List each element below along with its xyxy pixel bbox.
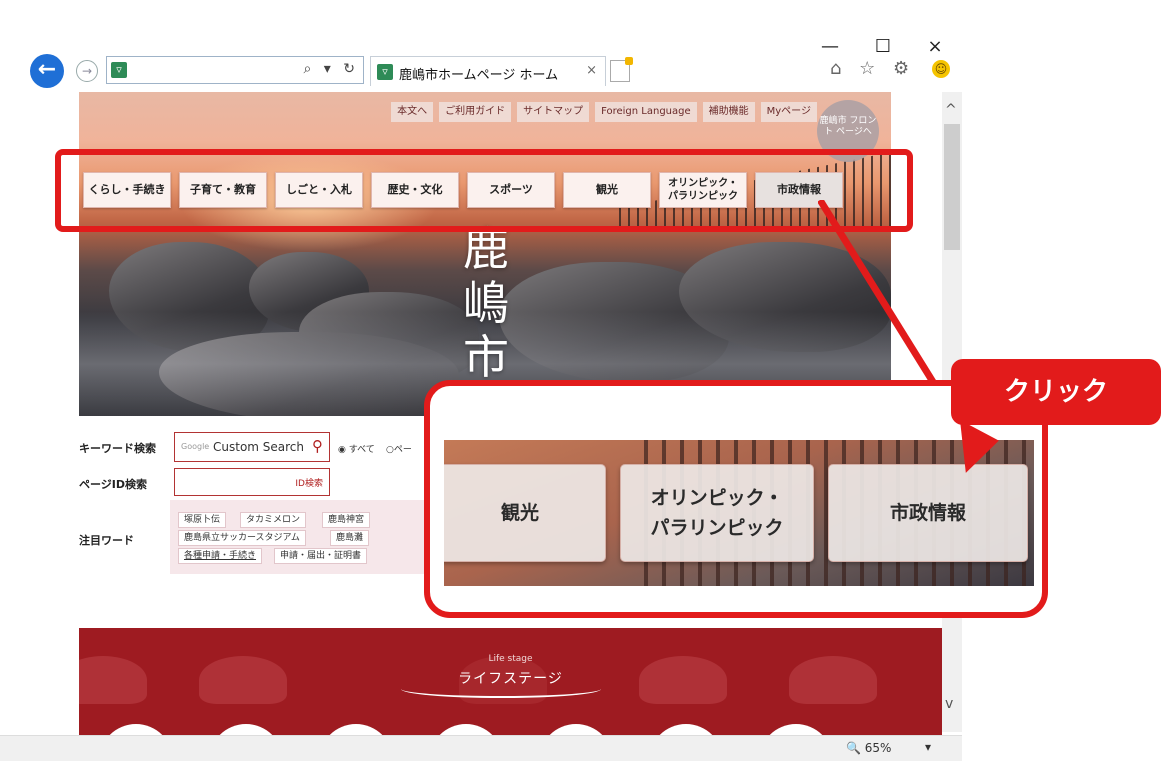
address-tools[interactable]: ⌕ ▾ ↻ — [304, 61, 360, 77]
highlight-rectangle — [55, 149, 913, 232]
id-search-button[interactable]: ID検索 — [295, 476, 323, 489]
radio-page[interactable]: ○ペー — [386, 442, 412, 455]
foreign-language-link[interactable]: Foreign Language — [595, 102, 697, 122]
usage-guide-link[interactable]: ご利用ガイド — [439, 102, 512, 122]
search-placeholder: Custom Search — [213, 440, 305, 454]
page-id-label: ページID検索 — [79, 478, 148, 491]
life-stage-item[interactable] — [319, 724, 393, 735]
page-id-input[interactable]: ID検索 — [174, 468, 330, 496]
zoom-dropdown-icon[interactable]: ▾ — [925, 740, 931, 754]
new-tab-icon[interactable] — [610, 57, 633, 82]
word-tag[interactable]: 鹿島県立サッカースタジアム — [178, 530, 306, 546]
minimize-button[interactable]: — — [815, 36, 845, 58]
skip-to-content-link[interactable]: 本文へ — [391, 102, 434, 122]
life-stage-subtitle: Life stage — [488, 654, 533, 664]
maximize-button[interactable]: ☐ — [868, 36, 898, 58]
zoom-icon: 🔍 — [846, 741, 861, 755]
word-tag[interactable]: 塚原卜伝 — [178, 512, 227, 528]
toolbar-icons[interactable]: ⌂ ☆ ⚙ — [830, 58, 915, 79]
life-stage-section: Life stage ライフステージ — [79, 628, 942, 735]
feedback-smiley-icon[interactable]: ☺ — [932, 60, 950, 78]
forward-arrow-icon[interactable]: → — [76, 60, 98, 82]
address-bar[interactable]: ▿ ⌕ ▾ ↻ — [106, 56, 364, 84]
tab-title: 鹿嶋市ホームページ ホーム — [399, 68, 559, 83]
zoom-olympics-button: オリンピック・ パラリンピック — [620, 464, 814, 562]
scroll-down-icon[interactable]: v — [945, 696, 953, 712]
tab-close-icon[interactable]: × — [586, 63, 597, 78]
zoom-tourism-button: 観光 — [444, 464, 606, 562]
zoom-level[interactable]: 🔍 65% — [846, 741, 891, 755]
search-icon[interactable]: ⚲ — [312, 437, 323, 455]
life-stage-item[interactable] — [759, 724, 833, 735]
sitemap-link[interactable]: サイトマップ — [517, 102, 590, 122]
life-stage-item[interactable] — [649, 724, 723, 735]
life-stage-item[interactable] — [539, 724, 613, 735]
accessibility-link[interactable]: 補助機能 — [702, 102, 755, 122]
zoom-value: 65% — [864, 741, 892, 755]
word-tag[interactable]: 申請・届出・証明書 — [274, 548, 368, 564]
mypage-link[interactable]: Myページ — [760, 102, 817, 122]
keyword-search-label: キーワード検索 — [79, 442, 156, 455]
keyword-search-input[interactable]: Google Custom Search ⚲ — [174, 432, 330, 462]
site-title: 鹿嶋市 — [463, 222, 509, 384]
scroll-up-icon[interactable]: ^ — [945, 102, 957, 118]
radio-all[interactable]: ◉ すべて — [338, 442, 375, 455]
status-bar: 🔍 65% ▾ — [0, 735, 962, 761]
back-arrow-icon[interactable]: ← — [30, 54, 64, 88]
browser-tab[interactable]: ▿ 鹿嶋市ホームページ ホーム × — [370, 56, 606, 86]
hero-image: 本文へ ご利用ガイド サイトマップ Foreign Language 補助機能 … — [79, 92, 891, 416]
title-swoosh — [401, 680, 601, 698]
attention-words: 塚原卜伝 タカミメロン 鹿島神宮 鹿島県立サッカースタジアム 鹿島灘 各種申請・… — [170, 500, 434, 574]
site-favicon-icon: ▿ — [111, 62, 127, 78]
browser-chrome: — ☐ × ← → ▿ ⌕ ▾ ↻ ▿ 鹿嶋市ホームページ ホーム × ⌂ ☆ … — [0, 0, 1174, 92]
top-utility-nav: 本文へ ご利用ガイド サイトマップ Foreign Language 補助機能 … — [391, 102, 817, 122]
word-tag[interactable]: 各種申請・手続き — [178, 548, 263, 564]
life-stage-item[interactable] — [209, 724, 283, 735]
close-window-button[interactable]: × — [920, 36, 950, 58]
zoom-city-info-button: 市政情報 — [828, 464, 1028, 562]
click-callout: クリック — [951, 359, 1161, 425]
google-tag: Google — [181, 442, 210, 451]
word-tag[interactable]: タカミメロン — [240, 512, 307, 528]
tab-favicon-icon: ▿ — [377, 64, 393, 80]
word-tag[interactable]: 鹿島神宮 — [322, 512, 371, 528]
life-stage-item[interactable] — [99, 724, 173, 735]
attention-words-label: 注目ワード — [79, 534, 134, 547]
word-tag[interactable]: 鹿島灘 — [330, 530, 370, 546]
life-stage-item[interactable] — [429, 724, 503, 735]
